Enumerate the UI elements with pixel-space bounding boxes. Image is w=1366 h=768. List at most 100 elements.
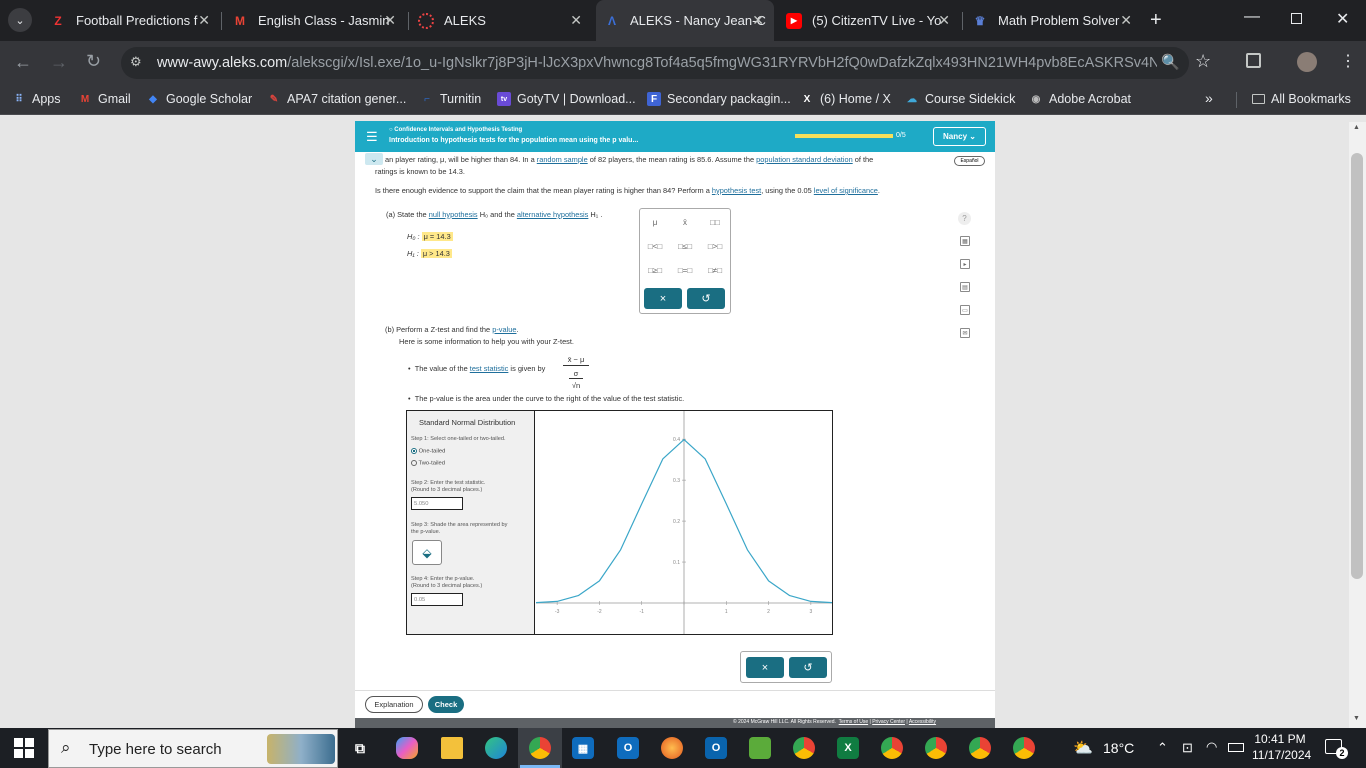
weather-icon[interactable]: ⛅ [1073,738,1093,758]
edge-icon[interactable] [485,737,507,759]
palette-undo-button[interactable]: ↺ [687,288,725,309]
terms-link[interactable]: Terms of Use [839,719,868,725]
less-equal-button[interactable]: □≤□ [673,237,697,255]
two-tailed-radio[interactable]: Two-tailed [411,460,445,467]
store-icon[interactable]: ▦ [572,737,594,759]
close-icon[interactable]: ✕ [570,12,582,29]
forward-icon[interactable]: → [50,52,68,73]
test-statistic-link[interactable]: test statistic [470,364,509,373]
not-equal-button[interactable]: □≠□ [703,261,727,279]
chrome-profile-icon[interactable] [969,737,991,759]
site-info-icon[interactable]: ⚙ [130,54,142,70]
accessibility-link[interactable]: Accessibility [909,719,936,725]
tab-aleks-nancy[interactable]: Λ ALEKS - Nancy Jean-C ✕ [596,0,774,41]
p-value-link[interactable]: p-value [492,325,516,334]
tab-english-class[interactable]: M English Class - Jasmin ✕ [224,0,406,41]
bookmark-apps[interactable]: ⠿ Apps [12,92,60,106]
wifi-icon[interactable]: ◠ [1206,739,1217,755]
close-icon[interactable]: ✕ [198,12,210,29]
one-tailed-radio[interactable]: One-tailed [411,448,445,455]
palette-clear-button[interactable]: × [644,288,682,309]
outlook-icon[interactable]: O [705,737,727,759]
equal-button[interactable]: □=□ [673,261,697,279]
bookmark-x-home[interactable]: X (6) Home / X [800,92,891,106]
bookmark-star-icon[interactable]: ☆ [1195,51,1211,72]
tab-search-button[interactable]: ⌄ [8,8,32,32]
espanol-button[interactable]: Español [954,156,985,166]
reload-icon[interactable]: ↻ [86,51,101,72]
menu-icon[interactable]: ⋮ [1340,51,1356,71]
scrollbar-thumb[interactable] [1351,153,1363,579]
avatar[interactable] [1297,52,1317,72]
copilot-icon[interactable] [396,737,418,759]
bookmark-adobe-acrobat[interactable]: ◉ Adobe Acrobat [1029,92,1131,106]
bookmark-gotytv[interactable]: tv GotyTV | Download... [497,92,636,106]
greater-equal-button[interactable]: □≥□ [643,261,667,279]
bookmarks-overflow[interactable]: » [1205,90,1213,106]
restore-button[interactable] [1291,13,1302,24]
clock[interactable]: 10:41 PM 11/17/2024 [1252,731,1311,763]
excel-icon[interactable]: X [837,737,859,759]
collapse-chevron-icon[interactable]: ⌄ [365,153,383,165]
chrome-profile-icon[interactable] [1013,737,1035,759]
bookmark-gmail[interactable]: M Gmail [78,92,131,106]
close-icon[interactable]: ✕ [1120,12,1132,29]
bookmark-apa7[interactable]: ✎ APA7 citation gener... [267,92,407,106]
greater-than-button[interactable]: □>□ [703,237,727,255]
temperature[interactable]: 18°C [1103,740,1134,756]
close-icon[interactable]: ✕ [384,12,396,29]
h1-input[interactable]: μ > 14.3 [420,249,452,258]
undo-button[interactable]: ↺ [789,657,827,678]
outlook-new-icon[interactable]: O [617,737,639,759]
random-sample-link[interactable]: random sample [537,155,588,164]
bookmark-google-scholar[interactable]: ◆ Google Scholar [146,92,252,106]
clear-button[interactable]: × [746,657,784,678]
all-bookmarks[interactable]: All Bookmarks [1252,92,1351,106]
chrome-profile-icon[interactable] [925,737,947,759]
bookmark-course-sidekick[interactable]: ☁ Course Sidekick [905,92,1015,106]
calculator-icon[interactable]: ▦ [960,236,970,246]
privacy-link[interactable]: Privacy Center [872,719,905,725]
less-than-button[interactable]: □<□ [643,237,667,255]
superscript-button[interactable]: □□ [703,213,727,231]
taskbar-search-box[interactable]: ⌕ Type here to search [48,729,338,768]
battery-icon[interactable] [1228,743,1244,752]
textbook-icon[interactable]: ▭ [960,305,970,315]
bookmark-turnitin[interactable]: ⌐ Turnitin [420,92,481,106]
xbar-button[interactable]: x̄ [673,213,697,231]
new-tab-button[interactable]: + [1150,9,1162,32]
firefox-icon[interactable] [661,737,683,759]
significance-link[interactable]: level of significance [814,186,878,195]
url-bar[interactable]: ⚙ www-awy.aleks.com/alekscgi/x/Isl.exe/1… [121,47,1189,79]
back-icon[interactable]: ← [14,52,32,73]
population-sd-link[interactable]: population standard deviation [756,155,853,164]
bookmark-secondary-packaging[interactable]: F Secondary packagin... [647,92,791,106]
data-table-icon[interactable]: ▤ [960,282,970,292]
check-button[interactable]: Check [428,696,464,713]
mu-button[interactable]: μ [643,213,667,231]
chrome-icon[interactable] [529,737,551,759]
video-icon[interactable]: ▸ [960,259,970,269]
chrome-profile-icon[interactable] [881,737,903,759]
message-icon[interactable]: ✉ [960,328,970,338]
tab-football-predictions[interactable]: Z Football Predictions f ✕ [42,0,220,41]
null-hypothesis-link[interactable]: null hypothesis [429,210,478,219]
close-icon[interactable]: ✕ [752,12,764,29]
test-statistic-input[interactable]: 5.050 [411,497,463,510]
tab-aleks[interactable]: ALEKS ✕ [410,0,592,41]
help-icon[interactable]: ? [958,212,971,225]
tray-overflow-icon[interactable]: ⌃ [1157,740,1168,756]
p-value-input[interactable]: 0.05 [411,593,463,606]
hypothesis-test-link[interactable]: hypothesis test [712,186,761,195]
start-button[interactable] [14,738,34,758]
file-explorer-icon[interactable] [441,737,463,759]
extensions-icon[interactable] [1246,53,1261,68]
tab-citizentv[interactable]: ▶ (5) CitizenTV Live - Yo ✕ [778,0,960,41]
minimize-button[interactable]: — [1244,8,1260,26]
network-icon[interactable]: ⊡ [1182,740,1193,756]
close-icon[interactable]: ✕ [938,12,950,29]
alternative-hypothesis-link[interactable]: alternative hypothesis [517,210,589,219]
close-window-button[interactable]: ✕ [1336,9,1349,29]
tab-math-problem-solver[interactable]: ♛ Math Problem Solver ✕ [964,0,1142,41]
minecraft-icon[interactable] [749,737,771,759]
